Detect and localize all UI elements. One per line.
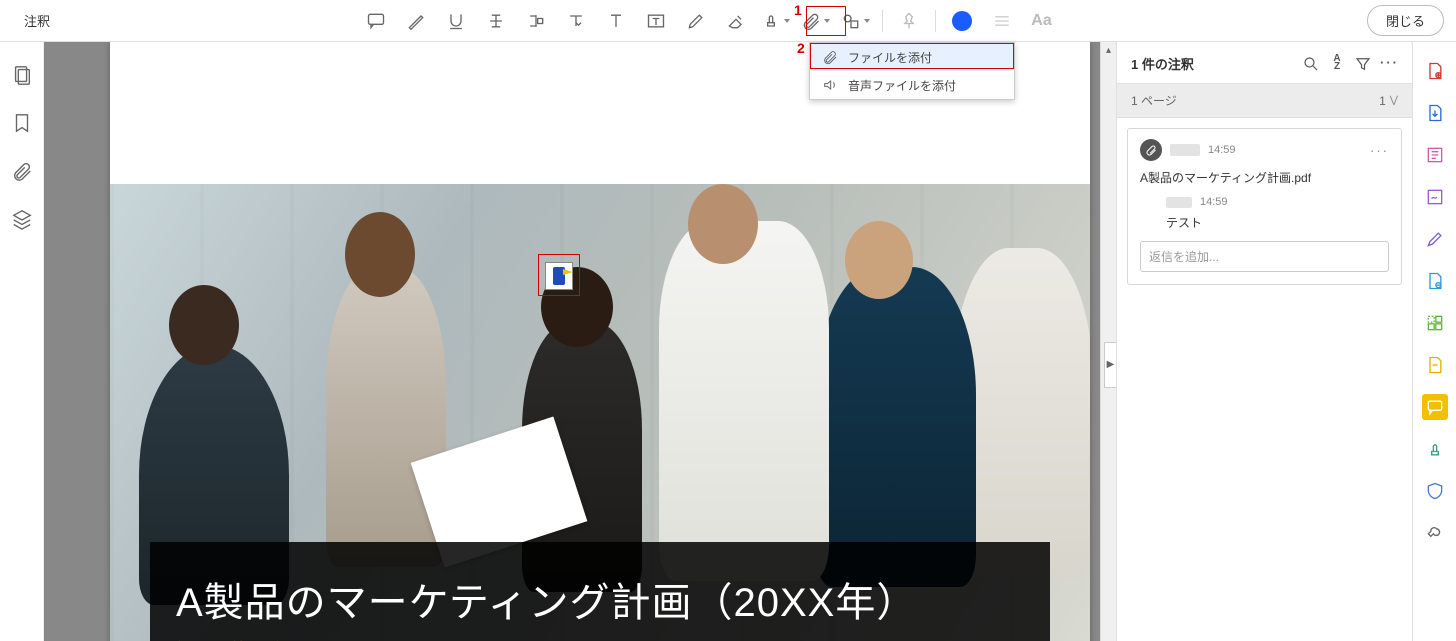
create-pdf-icon[interactable] [1422,58,1448,84]
filter-icon[interactable] [1354,55,1372,73]
comments-page-count: 1 [1379,94,1386,108]
fill-sign-icon[interactable] [1422,226,1448,252]
compress-pdf-icon[interactable] [1422,352,1448,378]
menu-attach-file-label: ファイルを添付 [848,49,932,66]
pin-tool [889,4,929,38]
attach-dropdown: ファイルを添付 音声ファイルを添付 [809,42,1015,100]
menu-attach-audio-label: 音声ファイルを添付 [848,77,956,94]
left-nav-rail [0,42,44,641]
chevron-down-icon: ⋁ [1390,95,1398,106]
annotation-tool-group: Aa [356,4,1062,38]
export-pdf-icon[interactable] [1422,100,1448,126]
attachment-annotation-icon[interactable] [545,262,573,290]
annotation-toolbar: 注釈 Aa 閉じる [0,0,1456,42]
thumbnails-icon[interactable] [11,64,33,86]
color-picker[interactable] [942,4,982,38]
comment-tool-rail[interactable] [1422,394,1448,420]
reply-author-redacted [1166,197,1192,208]
reply-input[interactable]: 返信を追加... [1140,241,1389,272]
comment-header-row: 14:59 ··· [1140,139,1389,161]
edit-pdf-icon[interactable] [1422,142,1448,168]
callout-number-2: 2 [797,40,805,56]
scroll-up-icon[interactable]: ▴ [1101,42,1116,58]
comment-reply: 14:59 テスト [1140,196,1389,231]
insert-text-tool[interactable] [556,4,596,38]
callout-number-1: 1 [794,2,802,18]
comment-card[interactable]: 14:59 ··· A製品のマーケティング計画.pdf 14:59 テスト 返信… [1127,128,1402,285]
stamp-tool-rail[interactable] [1422,436,1448,462]
search-icon[interactable] [1302,55,1320,73]
right-tools-rail [1412,42,1456,641]
comments-page-label: 1 ページ [1131,92,1177,109]
underline-text-tool[interactable] [436,4,476,38]
pencil-tool[interactable] [676,4,716,38]
comments-panel: 1 件の注釈 AZ ··· 1 ページ 1 ⋁ 14:59 ··· A製品のマー… [1116,42,1412,641]
attachments-icon[interactable] [11,160,33,182]
toolbar-separator [935,10,936,32]
attachment-badge-icon [1140,139,1162,161]
body-row: A製品のマーケティング計画（20XX年） 計画と進捗の更新 ▴ ▶ 1 件の注釈… [0,42,1456,641]
toolbar-title: 注釈 [24,11,50,30]
audio-icon [822,77,838,93]
comment-time: 14:59 [1208,144,1236,156]
close-button[interactable]: 閉じる [1367,5,1444,36]
organize-pages-icon[interactable] [1422,310,1448,336]
comment-attached-filename: A製品のマーケティング計画.pdf [1140,169,1389,186]
document-viewport[interactable]: A製品のマーケティング計画（20XX年） 計画と進捗の更新 ▴ ▶ [44,42,1116,641]
toolbar-separator [882,10,883,32]
add-text-tool[interactable] [596,4,636,38]
bookmark-icon[interactable] [11,112,33,134]
more-options-icon[interactable]: ··· [1380,55,1398,73]
panel-collapse-handle[interactable]: ▶ [1104,342,1116,388]
paperclip-icon [822,49,838,65]
pdf-page: A製品のマーケティング計画（20XX年） 計画と進捗の更新 [110,42,1090,641]
comment-tool[interactable] [356,4,396,38]
comment-author-redacted [1170,144,1200,156]
reply-time: 14:59 [1200,196,1228,208]
strikethrough-tool[interactable] [476,4,516,38]
reply-text: テスト [1140,214,1389,231]
request-signatures-icon[interactable] [1422,184,1448,210]
layers-icon[interactable] [11,208,33,230]
more-tools-icon[interactable] [1422,520,1448,546]
combine-files-icon[interactable] [1422,268,1448,294]
color-dot-icon [952,11,972,31]
comments-header: 1 件の注釈 AZ ··· [1117,42,1412,83]
menu-attach-file[interactable]: ファイルを添付 [810,43,1014,71]
menu-attach-audio[interactable]: 音声ファイルを添付 [810,71,1014,99]
stamp-tool[interactable] [756,4,796,38]
shapes-tool[interactable] [836,4,876,38]
textbox-tool[interactable] [636,4,676,38]
highlight-tool[interactable] [396,4,436,38]
aa-icon: Aa [1031,12,1051,30]
comments-count-label: 1 件の注釈 [1131,54,1294,73]
sort-az-icon[interactable]: AZ [1328,55,1346,73]
text-properties-tool: Aa [1022,4,1062,38]
document-title: A製品のマーケティング計画（20XX年） [176,570,1024,628]
replace-text-tool[interactable] [516,4,556,38]
eraser-tool[interactable] [716,4,756,38]
comment-more-icon[interactable]: ··· [1370,143,1389,158]
document-title-band: A製品のマーケティング計画（20XX年） 計画と進捗の更新 [150,542,1050,641]
comments-page-band[interactable]: 1 ページ 1 ⋁ [1117,83,1412,118]
hero-image: A製品のマーケティング計画（20XX年） 計画と進捗の更新 [110,184,1090,641]
protect-icon[interactable] [1422,478,1448,504]
line-thickness-tool [982,4,1022,38]
